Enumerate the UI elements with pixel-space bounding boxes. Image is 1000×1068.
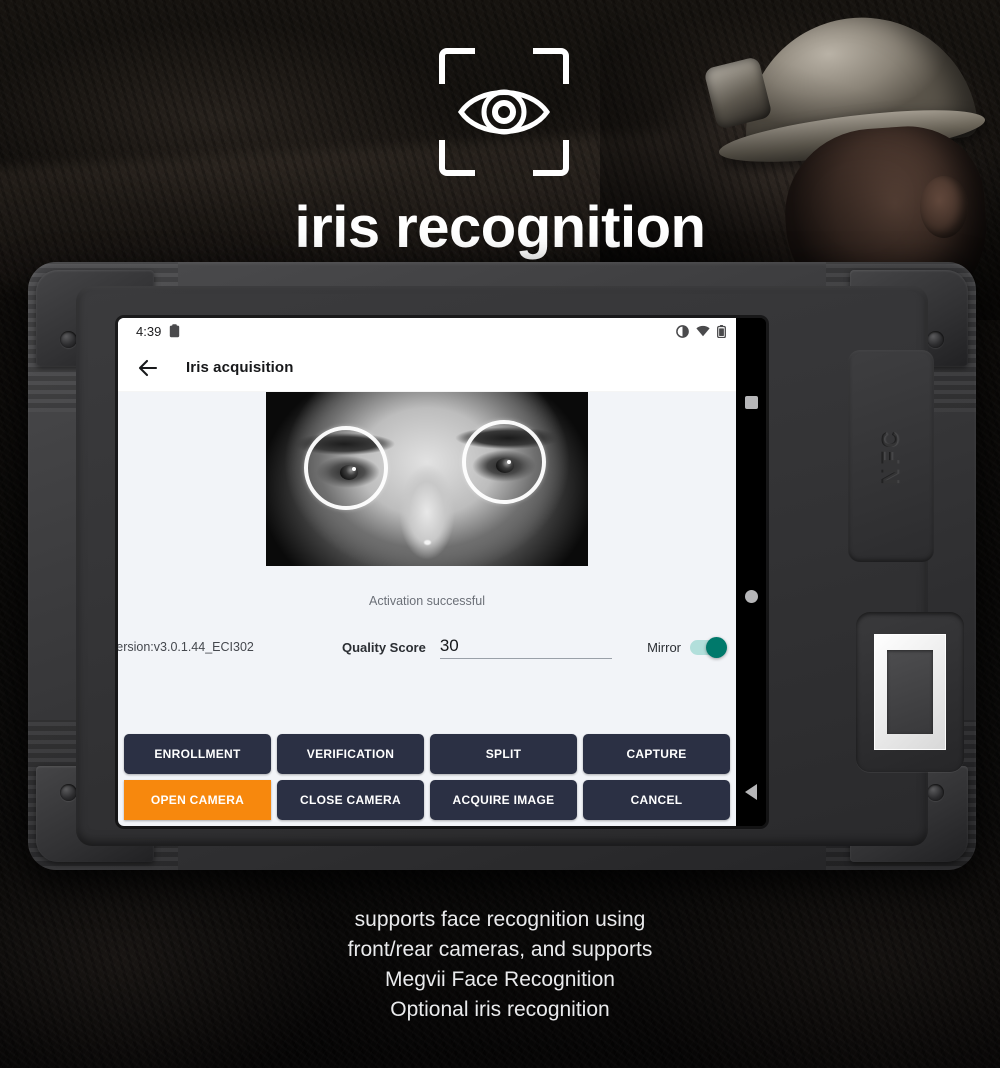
battery-icon: [717, 324, 726, 338]
version-label: version:v3.0.1.44_ECI302: [118, 640, 254, 654]
iris-scan-frame-icon: [439, 48, 569, 176]
screw-icon: [927, 331, 944, 348]
back-arrow-icon[interactable]: [136, 356, 160, 380]
back-triangle-icon[interactable]: [745, 784, 757, 800]
iris-capture-area: [118, 392, 736, 588]
nfc-label: NFC: [877, 427, 904, 485]
iris-target-ring-left: [304, 426, 388, 510]
nfc-antenna-area: NFC: [848, 350, 934, 562]
iris-target-ring-right: [462, 420, 546, 504]
page-title: iris recognition: [294, 195, 706, 260]
fingerprint-plate: [874, 634, 946, 750]
caption-line-1: supports face recognition using: [354, 908, 646, 931]
caption-line-3: Megvii Face Recognition: [385, 968, 615, 991]
status-bar-right: [676, 324, 726, 338]
fingerprint-sensor-window: [887, 650, 933, 734]
toggle-knob: [706, 636, 727, 658]
caption-line-4: Optional iris recognition: [390, 998, 610, 1021]
mirror-label: Mirror: [647, 639, 681, 655]
status-time: 4:39: [136, 323, 162, 339]
quality-score-input[interactable]: 30: [439, 635, 612, 659]
caption-line-2: front/rear cameras, and supports: [347, 938, 653, 961]
screen-title: Iris acquisition: [186, 359, 294, 376]
mirror-toggle[interactable]: [690, 636, 727, 658]
fingerprint-scanner[interactable]: [856, 612, 964, 772]
close-camera-button[interactable]: CLOSE CAMERA: [277, 780, 424, 820]
android-screen: 4:39 Iris acquisition Activation success…: [118, 318, 766, 826]
iris-preview-image: [266, 392, 588, 566]
display-bezel: 4:39 Iris acquisition Activation success…: [118, 318, 766, 826]
enrollment-button[interactable]: ENROLLMENT: [124, 734, 271, 774]
screw-icon: [60, 331, 77, 348]
cancel-button[interactable]: CANCEL: [583, 780, 730, 820]
app-bar: Iris acquisition: [118, 344, 736, 392]
feature-caption: supports face recognition using front/re…: [0, 905, 1000, 1025]
wifi-icon: [696, 325, 710, 337]
recents-square-icon[interactable]: [744, 396, 758, 409]
acquire-image-button[interactable]: ACQUIRE IMAGE: [430, 780, 577, 820]
split-button[interactable]: SPLIT: [430, 734, 577, 774]
capture-status-message: Activation successful: [368, 594, 486, 608]
status-bar: 4:39: [118, 318, 736, 344]
verification-button[interactable]: VERIFICATION: [277, 734, 424, 774]
eye-icon: [457, 89, 551, 135]
home-circle-icon[interactable]: [744, 590, 758, 603]
mirror-setting: Mirror: [647, 636, 736, 658]
app-viewport: 4:39 Iris acquisition Activation success…: [118, 318, 736, 826]
quality-score-value: 30: [439, 635, 459, 655]
rugged-tablet: 4:39 Iris acquisition Activation success…: [28, 262, 976, 870]
settings-row: version:v3.0.1.44_ECI302 Quality Score 3…: [118, 608, 736, 668]
promo-page: iris recognition 4:39 Iris acquisition A…: [0, 0, 1000, 1068]
clipboard-icon: [170, 324, 180, 338]
capture-button[interactable]: CAPTURE: [583, 734, 730, 774]
status-bar-left: 4:39: [136, 324, 180, 339]
open-camera-button[interactable]: OPEN CAMERA: [124, 780, 271, 820]
screw-icon: [60, 784, 77, 801]
android-navigation-bar: [736, 318, 766, 826]
tablet-body: 4:39 Iris acquisition Activation success…: [76, 286, 964, 846]
quality-score-label: Quality Score: [342, 639, 426, 655]
screw-icon: [927, 784, 944, 801]
action-button-grid: ENROLLMENT VERIFICATION SPLIT CAPTURE OP…: [118, 734, 736, 826]
nose-highlight: [424, 540, 431, 545]
do-not-disturb-icon: [676, 324, 689, 338]
